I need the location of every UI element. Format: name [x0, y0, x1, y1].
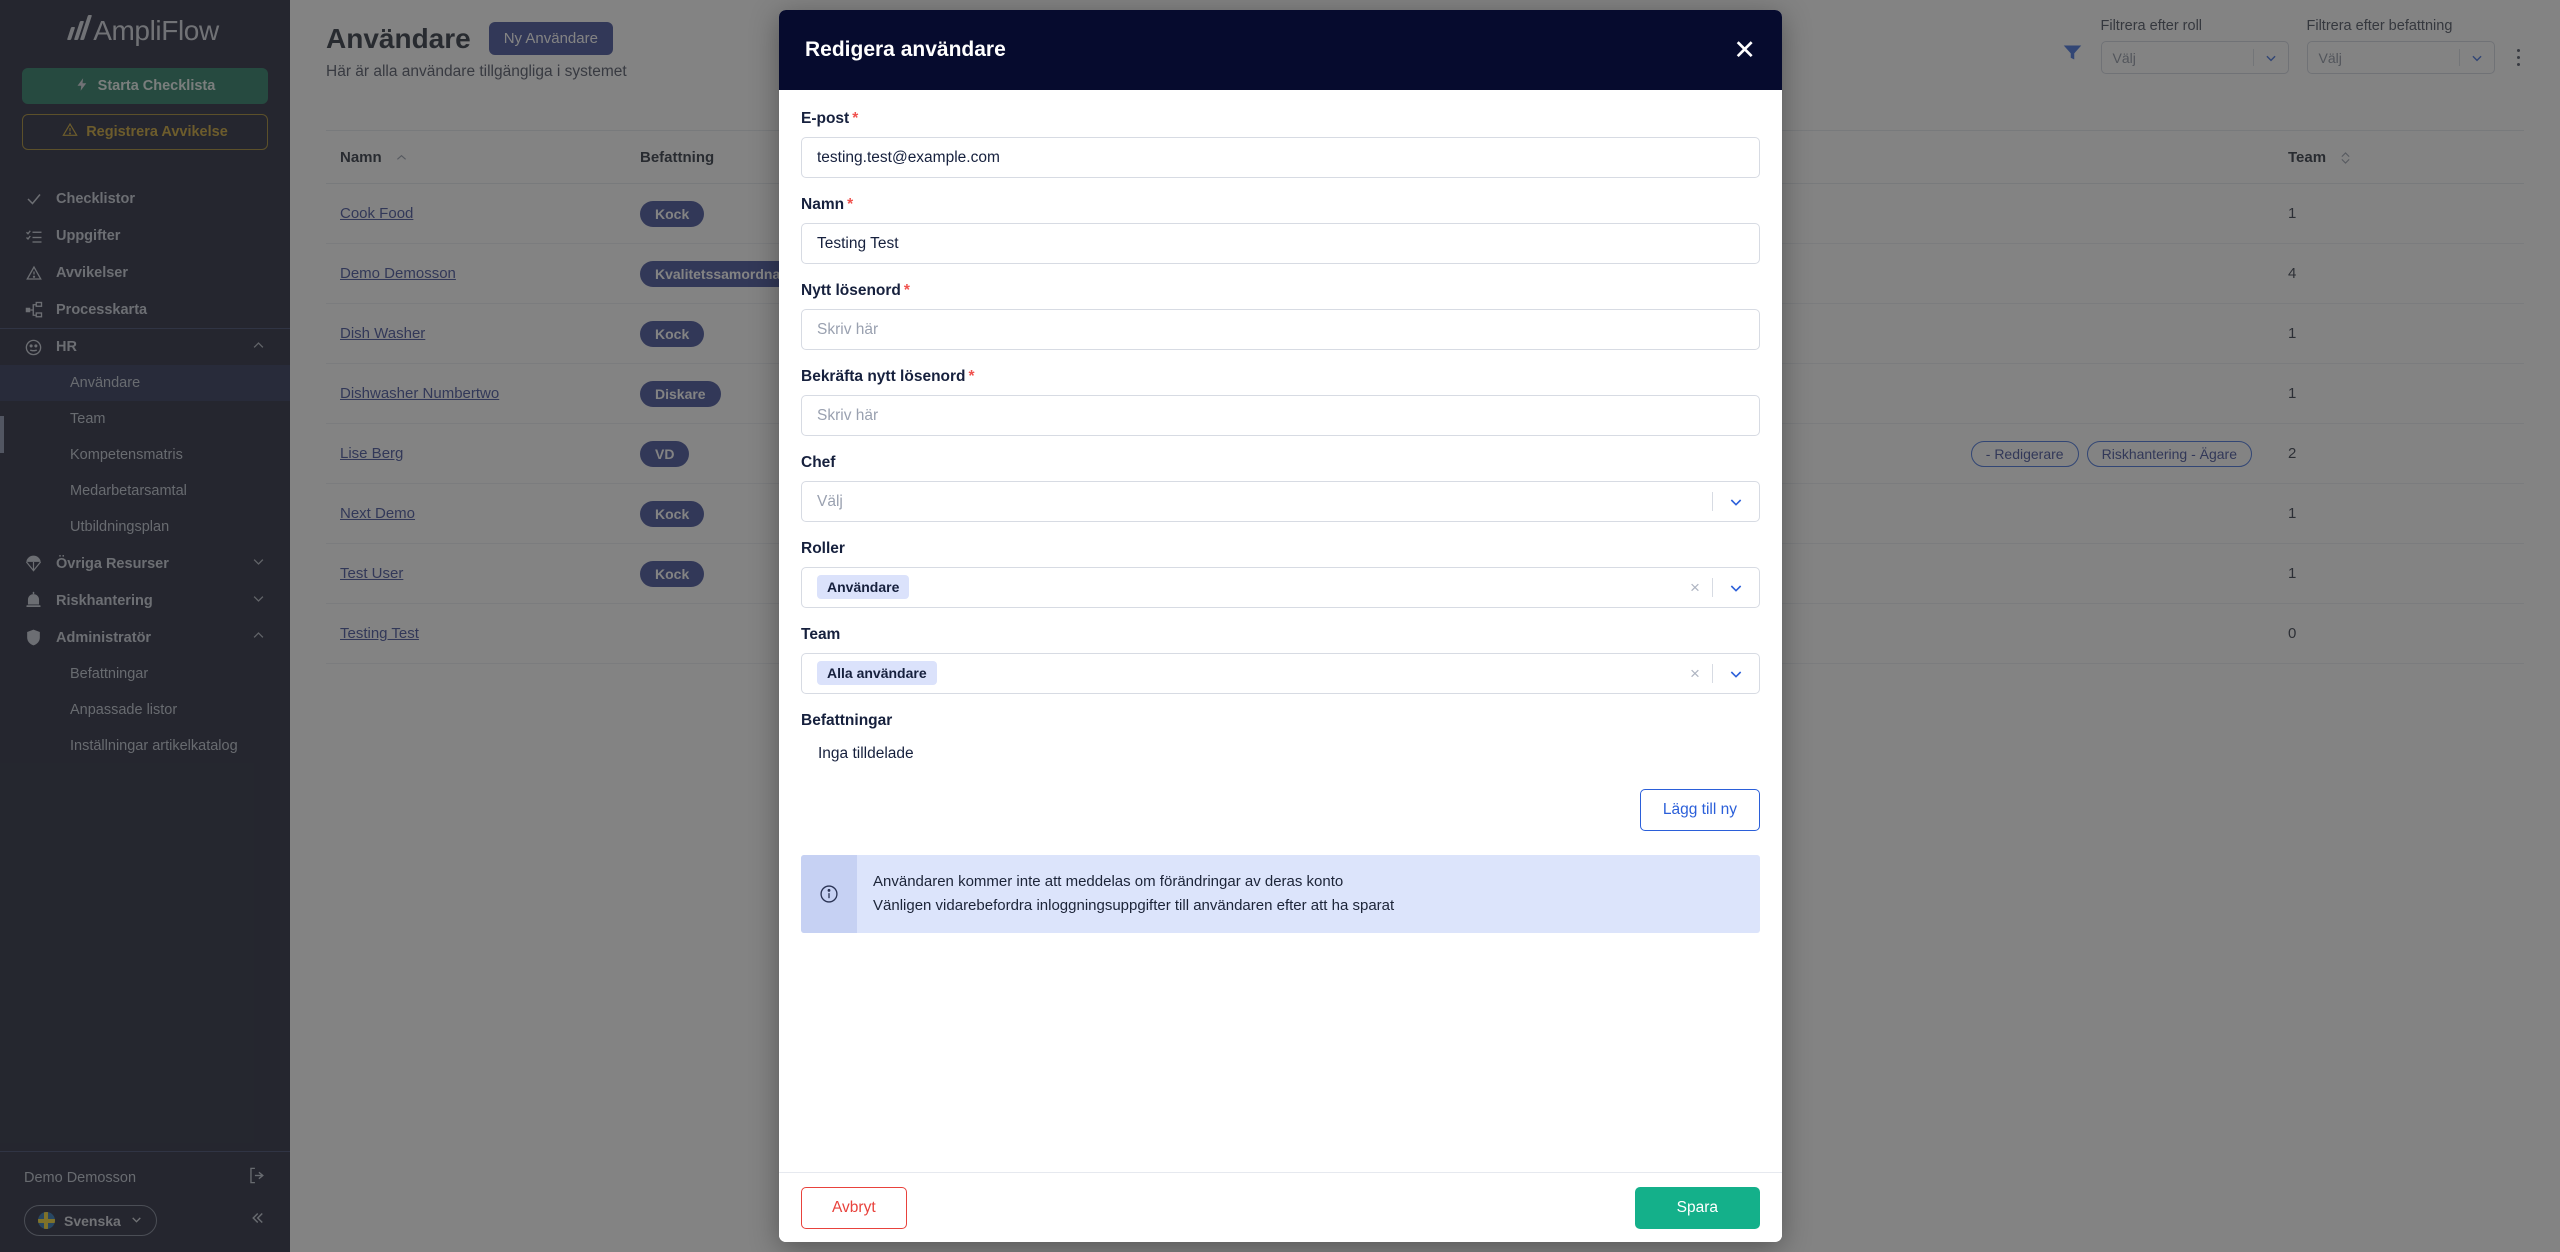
team-chip[interactable]: Alla användare [817, 660, 937, 685]
required-marker: * [847, 196, 854, 213]
field-befattningar: Befattningar Inga tilldelade Lägg till n… [801, 712, 1760, 831]
field-team: Team Alla användare × [801, 626, 1760, 694]
save-button[interactable]: Spara [1634, 1186, 1760, 1229]
alert-line-2: Vänligen vidarebefordra inloggningsuppgi… [873, 897, 1395, 914]
modal-body: E-post * testing.test@example.com Namn * T… [779, 90, 1782, 1172]
chef-label: Chef [801, 454, 836, 471]
required-marker: * [968, 368, 975, 385]
email-value: testing.test@example.com [817, 148, 1000, 166]
email-label: E-post * [801, 110, 859, 127]
roller-label: Roller [801, 540, 845, 557]
confirm-password-label: Bekräfta nytt lösenord * [801, 368, 975, 385]
name-label: Namn * [801, 196, 854, 213]
field-roller: Roller Användare × [801, 540, 1760, 608]
field-new-password: Nytt lösenord * Skriv här [801, 282, 1760, 350]
team-label: Team [801, 626, 841, 643]
email-field[interactable]: testing.test@example.com [801, 137, 1760, 178]
info-alert: Användaren kommer inte att meddelas om f… [801, 855, 1760, 933]
name-value: Testing Test [817, 234, 899, 252]
clear-icon[interactable]: × [1678, 578, 1712, 598]
required-marker: * [903, 282, 910, 299]
befattningar-empty-text: Inga tilldelade [818, 745, 914, 762]
add-new-button[interactable]: Lägg till ny [1639, 789, 1760, 831]
new-password-field[interactable]: Skriv här [801, 309, 1760, 350]
clear-icon[interactable]: × [1678, 664, 1712, 684]
field-email: E-post * testing.test@example.com [801, 110, 1760, 178]
chevron-down-icon [1713, 666, 1759, 682]
close-icon[interactable]: ✕ [1733, 36, 1756, 64]
chef-select[interactable]: Välj [801, 481, 1760, 522]
confirm-password-placeholder: Skriv här [817, 406, 879, 424]
field-confirm-password: Bekräfta nytt lösenord * Skriv här [801, 368, 1760, 436]
edit-user-modal: Redigera användare ✕ E-post * testing.tes… [779, 10, 1782, 1242]
modal-footer: Avbryt Spara [779, 1172, 1782, 1242]
roller-chip[interactable]: Användare [817, 574, 910, 599]
modal-header: Redigera användare ✕ [779, 10, 1782, 90]
chevron-down-icon [1713, 494, 1759, 510]
roller-select[interactable]: Användare × [801, 567, 1760, 608]
chef-value: Välj [817, 492, 843, 510]
name-field[interactable]: Testing Test [801, 223, 1760, 264]
chevron-down-icon [1713, 580, 1759, 596]
modal-title: Redigera användare [805, 38, 1006, 61]
new-password-placeholder: Skriv här [817, 320, 879, 338]
cancel-button[interactable]: Avbryt [801, 1186, 907, 1229]
info-circle-icon [801, 855, 857, 933]
required-marker: * [852, 110, 859, 127]
befattningar-label: Befattningar [801, 712, 893, 729]
confirm-password-field[interactable]: Skriv här [801, 395, 1760, 436]
new-password-label: Nytt lösenord * [801, 282, 910, 299]
team-select[interactable]: Alla användare × [801, 653, 1760, 694]
field-chef: Chef Välj [801, 454, 1760, 522]
alert-line-1: Användaren kommer inte att meddelas om f… [873, 873, 1344, 890]
field-name: Namn * Testing Test [801, 196, 1760, 264]
